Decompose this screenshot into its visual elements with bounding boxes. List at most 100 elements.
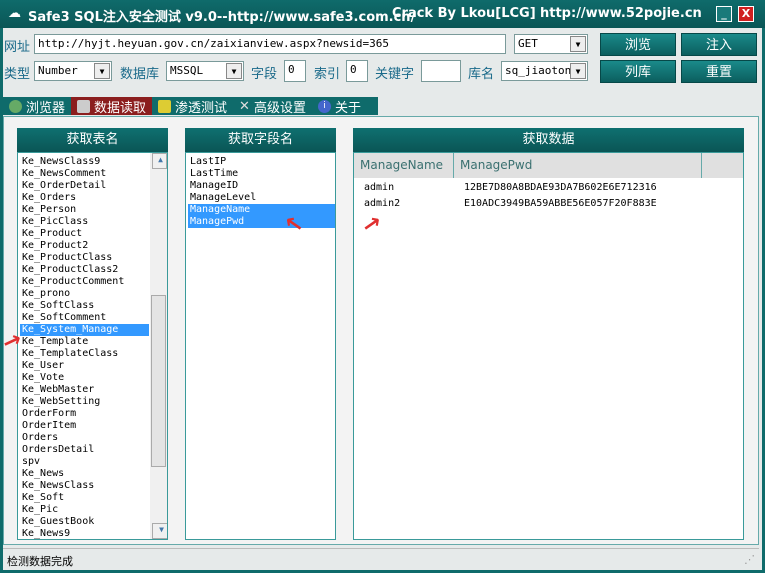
- resize-grip-icon[interactable]: ⋰: [744, 553, 755, 566]
- table-list-item[interactable]: OrdersDetail: [20, 444, 167, 456]
- db-label: 数据库: [120, 67, 160, 82]
- chevron-down-icon: ▼: [94, 63, 110, 79]
- tab-label: 浏览器: [26, 100, 66, 116]
- field-list-item[interactable]: ManageLevel: [188, 192, 335, 204]
- table-list-item[interactable]: OrderItem: [20, 420, 167, 432]
- tools-icon: ✕: [239, 98, 250, 114]
- table-list-item[interactable]: Ke_TemplateClass: [20, 348, 167, 360]
- table-list-item[interactable]: Ke_Template: [20, 336, 167, 348]
- data-header: 获取数据: [353, 128, 744, 152]
- table-list-item[interactable]: Ke_ProductClass: [20, 252, 167, 264]
- chevron-down-icon: ▼: [226, 63, 242, 79]
- list-db-button[interactable]: 列库: [600, 60, 676, 83]
- db-select[interactable]: MSSQL ▼: [166, 61, 244, 81]
- data-cell: admin2: [364, 198, 401, 209]
- minimize-button[interactable]: _: [716, 6, 732, 22]
- table-list-item[interactable]: Ke_ProductComment: [20, 276, 167, 288]
- database-icon: [77, 99, 91, 113]
- field-list-item[interactable]: ManageName: [188, 204, 335, 216]
- table-list-item[interactable]: spv: [20, 456, 167, 468]
- tab-about[interactable]: i 关于: [312, 97, 367, 116]
- table-list-item[interactable]: Orders: [20, 432, 167, 444]
- method-select[interactable]: GET ▼: [514, 34, 588, 54]
- tab-label: 数据读取: [94, 100, 147, 116]
- url-input[interactable]: http://hyjt.heyuan.gov.cn/zaixianview.as…: [34, 34, 506, 54]
- field-input[interactable]: 0: [284, 60, 306, 82]
- table-list-item[interactable]: Ke_NewsComment: [20, 168, 167, 180]
- browse-button[interactable]: 浏览: [600, 33, 676, 56]
- status-text: 检测数据完成: [7, 555, 73, 568]
- table-list-item[interactable]: Ke_Person: [20, 204, 167, 216]
- tables-header: 获取表名: [17, 128, 168, 152]
- table-list-item[interactable]: Ke_WebSetting: [20, 396, 167, 408]
- table-list-item[interactable]: Ke_GuestBook: [20, 516, 167, 528]
- dbname-label: 库名: [468, 67, 495, 82]
- table-list-item[interactable]: Ke_Product2: [20, 240, 167, 252]
- scroll-up-icon[interactable]: ▲: [152, 153, 167, 169]
- column-header[interactable]: ManagePwd: [454, 153, 702, 178]
- tab-label: 关于: [334, 100, 361, 116]
- table-list-item[interactable]: Ke_SoftComment: [20, 312, 167, 324]
- table-list-item[interactable]: Ke_NewsClass: [20, 480, 167, 492]
- table-list-item[interactable]: Ke_PicClass: [20, 216, 167, 228]
- data-cell: E10ADC3949BA59ABBE56E057F20F883E: [464, 198, 657, 209]
- table-list-item[interactable]: Ke_SoftClass: [20, 300, 167, 312]
- keyword-input[interactable]: [421, 60, 461, 82]
- chevron-down-icon: ▼: [570, 36, 586, 52]
- tables-list[interactable]: Ke_NewsClass9 Ke_NewsComment Ke_OrderDetai…: [17, 152, 168, 540]
- info-icon: i: [317, 99, 331, 113]
- table-list-item[interactable]: Ke_User: [20, 360, 167, 372]
- index-input[interactable]: 0: [346, 60, 368, 82]
- status-bar: 检测数据完成 ⋰: [3, 548, 759, 570]
- tables-scrollbar[interactable]: ▲ ▼: [150, 153, 167, 539]
- tab-data-read[interactable]: 数据读取: [71, 97, 153, 116]
- table-list-item[interactable]: Ke_OrderDetail: [20, 180, 167, 192]
- type-select[interactable]: Number ▼: [34, 61, 112, 81]
- table-list-item[interactable]: Ke_News9: [20, 528, 167, 539]
- site-url: http://www.52pojie.cn: [540, 6, 702, 21]
- crack-credit: Crack By Lkou[LCG]: [392, 6, 536, 21]
- tab-pentest[interactable]: 渗透测试: [152, 97, 233, 116]
- table-list-item[interactable]: OrderForm: [20, 408, 167, 420]
- field-list-item[interactable]: ManagePwd: [188, 216, 335, 228]
- radiation-icon: [158, 99, 172, 113]
- type-value: Number: [38, 64, 78, 77]
- field-label: 字段: [251, 67, 278, 82]
- table-list-item[interactable]: Ke_Soft: [20, 492, 167, 504]
- table-list-item[interactable]: Ke_NewsClass9: [20, 156, 167, 168]
- table-list-item[interactable]: Ke_Product: [20, 228, 167, 240]
- table-list-item[interactable]: Ke_Vote: [20, 372, 167, 384]
- table-list-item[interactable]: Ke_News: [20, 468, 167, 480]
- close-button[interactable]: X: [738, 6, 754, 22]
- column-header[interactable]: ManageName: [354, 153, 454, 178]
- table-list-item[interactable]: Ke_WebMaster: [20, 384, 167, 396]
- data-cell: admin: [364, 182, 395, 193]
- inject-button[interactable]: 注入: [681, 33, 757, 56]
- keyword-label: 关键字: [375, 67, 415, 82]
- data-row[interactable]: admin 12BE7D80A8BDAE93DA7B602E6E712316: [356, 182, 743, 198]
- type-label: 类型: [4, 67, 31, 82]
- data-grid[interactable]: ManageName ManagePwd admin 12BE7D80A8BDAE…: [353, 152, 744, 540]
- globe-icon: [9, 99, 22, 113]
- table-list-item[interactable]: Ke_System_Manage: [20, 324, 149, 336]
- table-list-item[interactable]: Ke_prono: [20, 288, 167, 300]
- table-list-item[interactable]: Ke_Orders: [20, 192, 167, 204]
- dbname-value: sq_jiaotong: [505, 64, 578, 77]
- data-cell: 12BE7D80A8BDAE93DA7B602E6E712316: [464, 182, 657, 193]
- tab-label: 渗透测试: [175, 100, 228, 116]
- reset-button[interactable]: 重置: [681, 60, 757, 83]
- tab-bar: 浏览器 数据读取 渗透测试 ✕ 高级设置 i 关于: [3, 97, 378, 116]
- field-list-item[interactable]: LastIP: [188, 156, 335, 168]
- tab-advanced[interactable]: ✕ 高级设置: [233, 97, 312, 116]
- scroll-down-icon[interactable]: ▼: [152, 523, 167, 539]
- data-row[interactable]: admin2 E10ADC3949BA59ABBE56E057F20F883E: [356, 198, 743, 214]
- tab-browser[interactable]: 浏览器: [3, 97, 71, 116]
- scroll-thumb[interactable]: [151, 295, 166, 467]
- field-list-item[interactable]: ManageID: [188, 180, 335, 192]
- table-list-item[interactable]: Ke_Pic: [20, 504, 167, 516]
- fields-list[interactable]: LastIP LastTime ManageID ManageLevel ManageN…: [185, 152, 336, 540]
- field-list-item[interactable]: LastTime: [188, 168, 335, 180]
- table-list-item[interactable]: Ke_ProductClass2: [20, 264, 167, 276]
- dbname-select[interactable]: sq_jiaotong ▼: [501, 61, 588, 81]
- index-label: 索引: [314, 67, 341, 82]
